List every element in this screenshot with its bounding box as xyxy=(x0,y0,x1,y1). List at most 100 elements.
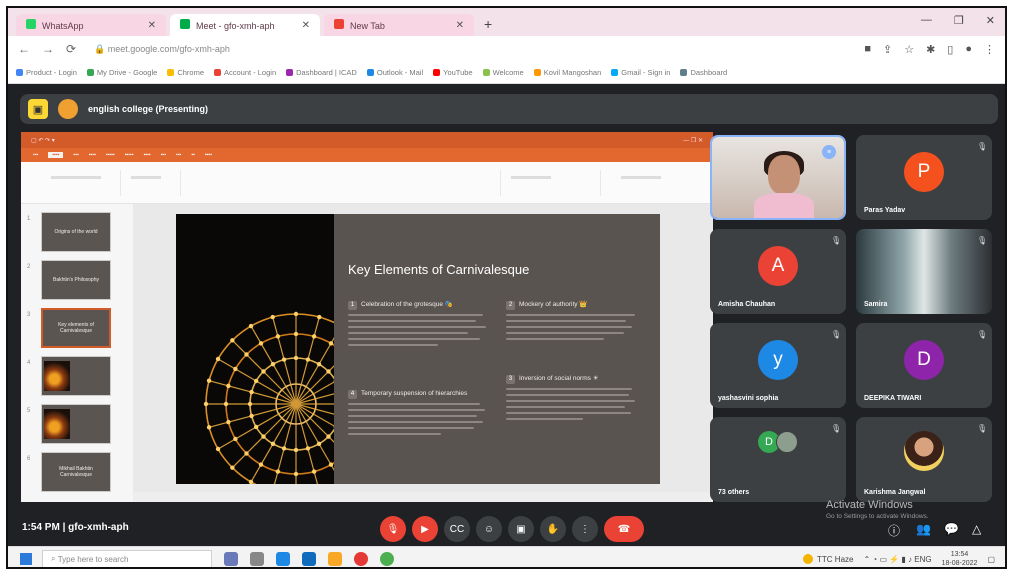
edge-icon[interactable] xyxy=(276,552,290,566)
bookmark-item[interactable]: Dashboard | ICAD xyxy=(286,68,357,77)
slide-thumbnail[interactable]: Key elements of Carnivalesque xyxy=(41,308,111,348)
menu-icon[interactable]: ⋮ xyxy=(984,43,995,56)
participant-name: Karishma Jangwal xyxy=(864,489,926,496)
camera-off-icon[interactable]: ▶ xyxy=(412,516,438,542)
chat-icon[interactable]: 💬 xyxy=(944,522,959,536)
window-controls: — ❐ ✕ xyxy=(921,14,995,27)
sidepanel-icon[interactable]: ▯ xyxy=(947,43,953,56)
participant-tile[interactable]: 🎙 Samira xyxy=(856,229,992,314)
reload-icon[interactable]: ⟳ xyxy=(66,42,76,56)
close-icon[interactable]: ✕ xyxy=(302,20,310,31)
participant-tile[interactable]: D 🎙 DEEPIKA TIWARI xyxy=(856,323,992,408)
ribbon-tab: ▪▪▪▪ xyxy=(204,152,212,158)
wheel-bulb xyxy=(233,436,238,442)
windows-start-icon[interactable] xyxy=(20,553,32,565)
minimize-icon[interactable]: — xyxy=(921,14,932,27)
chrome-icon[interactable] xyxy=(380,552,394,566)
activities-icon[interactable]: △ xyxy=(972,522,981,536)
ribbon-tab: ▪▪▪▪ xyxy=(88,152,96,158)
file-explorer-icon[interactable] xyxy=(328,552,342,566)
bookmark-favicon-icon xyxy=(482,69,490,76)
bookmark-item[interactable]: Outlook - Mail xyxy=(366,68,423,77)
point-heading: Mockery of authority xyxy=(519,301,578,308)
bookmark-item[interactable]: Product - Login xyxy=(16,68,77,77)
tab-newtab[interactable]: New Tab ✕ xyxy=(324,14,474,36)
bookmark-favicon-icon xyxy=(680,69,688,76)
profile-avatar-icon[interactable]: ● xyxy=(965,43,972,56)
new-tab-button[interactable]: + xyxy=(484,16,492,32)
participant-tile[interactable]: D 🎙 73 others xyxy=(710,417,846,502)
weather-text: TTC Haze xyxy=(817,554,854,564)
close-icon[interactable]: ✕ xyxy=(456,20,464,31)
captions-icon[interactable]: CC xyxy=(444,516,470,542)
quick-access-icons: ▢ ↶ ↷ ▾ xyxy=(31,137,55,144)
cortana-icon[interactable] xyxy=(224,552,238,566)
participant-tile[interactable]: 🎙 Karishma Jangwal xyxy=(856,417,992,502)
bookmark-favicon-icon xyxy=(433,69,441,76)
meeting-info: 1:54 PM | gfo-xmh-aph xyxy=(22,522,129,533)
forward-icon[interactable]: → xyxy=(42,42,54,56)
more-options-icon[interactable]: ⋮ xyxy=(572,516,598,542)
meeting-details-icon[interactable]: ⓘ xyxy=(888,522,900,539)
thumbnail-title: Origins of the world xyxy=(54,229,98,235)
bookmark-item[interactable]: Account - Login xyxy=(214,68,276,77)
tab-meet[interactable]: Meet - gfo-xmh-aph ✕ xyxy=(170,14,320,36)
maximize-icon[interactable]: ❐ xyxy=(954,14,964,27)
speaking-indicator-icon: ≡ xyxy=(822,145,836,159)
participant-name: 73 others xyxy=(718,489,750,496)
task-view-icon[interactable] xyxy=(250,552,264,566)
tab-whatsapp[interactable]: WhatsApp ✕ xyxy=(16,14,166,36)
slide-thumbnail[interactable]: Origins of the world xyxy=(41,212,111,252)
slide-thumbnail[interactable]: Bakhtin's Philosophy xyxy=(41,260,111,300)
bookmark-favicon-icon xyxy=(611,69,619,76)
taskbar-search[interactable]: ⌕ Type here to search xyxy=(42,550,212,567)
ribbon-group xyxy=(501,170,601,196)
close-window-icon[interactable]: ✕ xyxy=(986,14,995,27)
bookmark-item[interactable]: Welcome xyxy=(482,68,524,77)
slide-thumbnail[interactable] xyxy=(41,356,111,396)
clock-time: 13:54 xyxy=(950,551,969,558)
opera-icon[interactable] xyxy=(354,552,368,566)
participant-tile[interactable]: y 🎙 yashasvini sophia xyxy=(710,323,846,408)
wheel-bulb xyxy=(261,434,266,439)
extensions-icon[interactable]: ✱ xyxy=(926,43,935,56)
bookmark-item[interactable]: Dashboard xyxy=(680,68,727,77)
wheel-bulb xyxy=(293,471,299,477)
back-icon[interactable]: ← xyxy=(18,42,30,56)
participant-tile[interactable]: P 🎙 Paras Yadav xyxy=(856,135,992,220)
bookmark-item[interactable]: YouTube xyxy=(433,68,473,77)
microphone-off-icon[interactable]: 🎙 xyxy=(380,516,406,542)
notification-icon[interactable]: ▢ xyxy=(987,555,995,564)
presentation-icon[interactable]: ▣ xyxy=(28,99,48,119)
leave-call-button[interactable]: ☎ xyxy=(604,516,644,542)
share-icon[interactable]: ⇪ xyxy=(883,43,892,56)
emoji-reaction-icon[interactable]: ☺ xyxy=(476,516,502,542)
participant-tile[interactable]: ≡ xyxy=(710,135,846,220)
star-icon[interactable]: ☆ xyxy=(904,43,914,56)
raise-hand-icon[interactable]: ✋ xyxy=(540,516,566,542)
ribbon-tab: ▪▪▪▪▪ xyxy=(105,152,115,158)
participant-tile[interactable]: A 🎙 Amisha Chauhan xyxy=(710,229,846,314)
wheel-bulb xyxy=(230,338,235,343)
participant-name: DEEPIKA TIWARI xyxy=(864,395,922,402)
slide-thumbnail[interactable]: Mikhail Bakhtin Carnivalesque xyxy=(41,452,111,492)
store-icon[interactable] xyxy=(302,552,316,566)
point-body xyxy=(348,403,498,435)
slide-point: 3 Inversion of social norms ☀ xyxy=(506,374,646,424)
ribbon-tab: ▪▪▪▪ xyxy=(48,152,64,158)
people-icon[interactable]: 👥 xyxy=(916,522,931,536)
slide-thumbnail[interactable] xyxy=(41,404,111,444)
bookmark-item[interactable]: Gmail - Sign in xyxy=(611,68,670,77)
bookmark-item[interactable]: Chrome xyxy=(167,68,204,77)
bookmark-item[interactable]: Kovil Mangoshan xyxy=(533,68,601,77)
thumbnail-number: 2 xyxy=(27,264,31,270)
weather-widget[interactable]: TTC Haze xyxy=(803,554,853,564)
close-icon[interactable]: ✕ xyxy=(148,20,156,31)
clock[interactable]: 13:54 18-08-2022 xyxy=(942,550,978,567)
url-field[interactable]: 🔒 meet.google.com/gfo-xmh-aph xyxy=(88,40,729,58)
present-screen-icon[interactable]: ▣ xyxy=(508,516,534,542)
camera-indicator-icon[interactable]: ■ xyxy=(864,43,871,56)
bookmark-item[interactable]: My Drive - Google xyxy=(86,68,157,77)
wheel-bulb xyxy=(230,465,235,470)
tray-icons[interactable]: ⌃ ◔ ▭ ⚡ ▮ ♪ ENG xyxy=(863,555,931,564)
